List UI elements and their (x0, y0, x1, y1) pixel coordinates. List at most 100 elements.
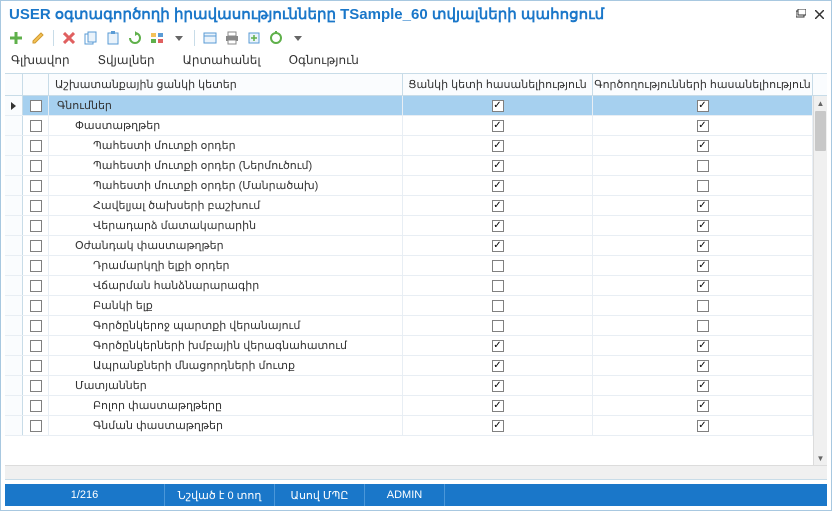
menu-availability-checkbox[interactable] (492, 320, 504, 332)
row-c2-cell[interactable] (593, 376, 813, 395)
paste-icon[interactable] (104, 29, 122, 47)
row-c2-cell[interactable] (593, 396, 813, 415)
table-row[interactable]: Վերադարձ մատակարարին (5, 216, 827, 236)
table-row[interactable]: Գործընկերոջ պարտքի վերանայում (5, 316, 827, 336)
row-select-cell[interactable] (23, 356, 49, 375)
actions-availability-checkbox[interactable] (697, 220, 709, 232)
row-c1-cell[interactable] (403, 176, 593, 195)
row-select-checkbox[interactable] (30, 120, 42, 132)
row-c1-cell[interactable] (403, 416, 593, 435)
row-select-cell[interactable] (23, 276, 49, 295)
row-select-checkbox[interactable] (30, 340, 42, 352)
actions-availability-checkbox[interactable] (697, 320, 709, 332)
menu-availability-checkbox[interactable] (492, 220, 504, 232)
scroll-up-icon[interactable]: ▲ (814, 96, 827, 110)
actions-availability-checkbox[interactable] (697, 420, 709, 432)
actions-availability-checkbox[interactable] (697, 140, 709, 152)
actions-availability-checkbox[interactable] (697, 400, 709, 412)
row-select-cell[interactable] (23, 236, 49, 255)
table-row[interactable]: Ապրանքների մնացորդների մուտք (5, 356, 827, 376)
table-row[interactable]: Բանկի ելք (5, 296, 827, 316)
row-c1-cell[interactable] (403, 196, 593, 215)
dropdown-icon[interactable] (170, 29, 188, 47)
column-header-c1[interactable]: Ցանկի կետի հասանելիություն (403, 74, 593, 95)
menu-availability-checkbox[interactable] (492, 280, 504, 292)
table-row[interactable]: Հավելյալ ծախսերի բաշխում (5, 196, 827, 216)
table-row[interactable]: Գնումներ (5, 96, 827, 116)
row-select-cell[interactable] (23, 296, 49, 315)
row-select-checkbox[interactable] (30, 380, 42, 392)
row-c1-cell[interactable] (403, 136, 593, 155)
menu-data[interactable]: Տվյալներ (98, 53, 155, 67)
table-row[interactable]: Պահեստի մուտքի օրդեր (Մանրածախ) (5, 176, 827, 196)
row-select-checkbox[interactable] (30, 240, 42, 252)
actions-availability-checkbox[interactable] (697, 340, 709, 352)
row-select-checkbox[interactable] (30, 160, 42, 172)
row-select-cell[interactable] (23, 316, 49, 335)
row-select-checkbox[interactable] (30, 400, 42, 412)
row-select-checkbox[interactable] (30, 200, 42, 212)
row-c1-cell[interactable] (403, 156, 593, 175)
table-row[interactable]: Վճարման հանձնարարագիր (5, 276, 827, 296)
actions-availability-checkbox[interactable] (697, 260, 709, 272)
row-select-checkbox[interactable] (30, 360, 42, 372)
copy-icon[interactable] (82, 29, 100, 47)
row-c2-cell[interactable] (593, 196, 813, 215)
actions-availability-checkbox[interactable] (697, 160, 709, 172)
row-c1-cell[interactable] (403, 336, 593, 355)
column-header-name[interactable]: Աշխատանքային ցանկի կետեր (49, 74, 403, 95)
row-c1-cell[interactable] (403, 396, 593, 415)
row-c1-cell[interactable] (403, 216, 593, 235)
row-select-checkbox[interactable] (30, 280, 42, 292)
table-row[interactable]: Պահեստի մուտքի օրդեր (Ներմուծում) (5, 156, 827, 176)
row-c1-cell[interactable] (403, 256, 593, 275)
actions-availability-checkbox[interactable] (697, 280, 709, 292)
table-row[interactable]: Գնման փաստաթղթեր (5, 416, 827, 436)
row-c1-cell[interactable] (403, 356, 593, 375)
table-row[interactable]: Դրամարկղի ելքի օրդեր (5, 256, 827, 276)
row-c1-cell[interactable] (403, 296, 593, 315)
row-c2-cell[interactable] (593, 416, 813, 435)
actions-availability-checkbox[interactable] (697, 360, 709, 372)
row-select-cell[interactable] (23, 216, 49, 235)
actions-availability-checkbox[interactable] (697, 380, 709, 392)
menu-availability-checkbox[interactable] (492, 420, 504, 432)
close-icon[interactable] (813, 8, 825, 20)
menu-main[interactable]: Գլխավոր (11, 53, 70, 67)
row-c1-cell[interactable] (403, 96, 593, 115)
row-c1-cell[interactable] (403, 376, 593, 395)
actions-availability-checkbox[interactable] (697, 100, 709, 112)
menu-availability-checkbox[interactable] (492, 120, 504, 132)
row-c1-cell[interactable] (403, 236, 593, 255)
group-icon[interactable] (148, 29, 166, 47)
row-c1-cell[interactable] (403, 276, 593, 295)
row-c2-cell[interactable] (593, 236, 813, 255)
row-c2-cell[interactable] (593, 356, 813, 375)
row-select-checkbox[interactable] (30, 220, 42, 232)
row-select-cell[interactable] (23, 156, 49, 175)
menu-availability-checkbox[interactable] (492, 140, 504, 152)
row-select-cell[interactable] (23, 96, 49, 115)
row-select-checkbox[interactable] (30, 260, 42, 272)
table-row[interactable]: Փաստաթղթեր (5, 116, 827, 136)
tool-icon[interactable] (267, 29, 285, 47)
restore-icon[interactable] (795, 8, 807, 20)
actions-availability-checkbox[interactable] (697, 240, 709, 252)
view-icon[interactable] (201, 29, 219, 47)
row-select-checkbox[interactable] (30, 180, 42, 192)
actions-availability-checkbox[interactable] (697, 300, 709, 312)
menu-availability-checkbox[interactable] (492, 180, 504, 192)
row-c2-cell[interactable] (593, 276, 813, 295)
row-select-cell[interactable] (23, 256, 49, 275)
menu-availability-checkbox[interactable] (492, 240, 504, 252)
row-select-checkbox[interactable] (30, 420, 42, 432)
row-c2-cell[interactable] (593, 156, 813, 175)
row-c2-cell[interactable] (593, 316, 813, 335)
menu-help[interactable]: Օգնություն (289, 53, 359, 67)
row-select-cell[interactable] (23, 116, 49, 135)
menu-availability-checkbox[interactable] (492, 340, 504, 352)
export-icon[interactable] (245, 29, 263, 47)
menu-availability-checkbox[interactable] (492, 160, 504, 172)
dropdown2-icon[interactable] (289, 29, 307, 47)
row-c2-cell[interactable] (593, 176, 813, 195)
